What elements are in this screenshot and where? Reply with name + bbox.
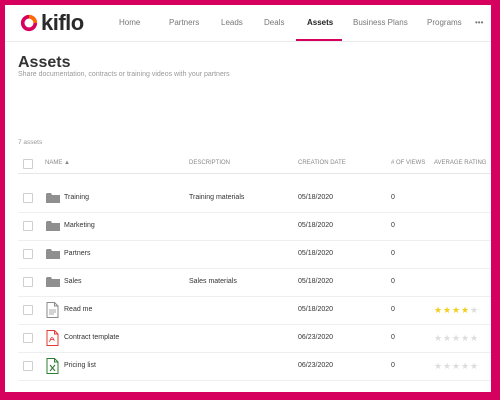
asset-description: Sales materials	[189, 278, 237, 285]
asset-name[interactable]: Sales	[64, 278, 82, 285]
star-empty-icon[interactable]: ★	[461, 333, 470, 344]
nav-deals[interactable]: Deals	[264, 5, 284, 41]
table-header: NAME ▲ DESCRIPTION CREATION DATE # OF VI…	[18, 155, 491, 174]
asset-views: 0	[391, 362, 395, 369]
logo-text: kiflo	[41, 10, 84, 35]
row-checkbox[interactable]	[23, 249, 33, 259]
folder-icon	[46, 274, 60, 290]
nav-assets[interactable]: Assets	[307, 5, 333, 41]
rating-stars[interactable]: ★★★★★	[434, 361, 479, 372]
row-checkbox[interactable]	[23, 277, 33, 287]
asset-count: 7 assets	[18, 139, 43, 146]
table-row[interactable]: Training Training materials 05/18/2020 0	[18, 184, 491, 213]
folder-icon	[46, 246, 60, 262]
table-row[interactable]: Contract template 06/23/2020 0 ★★★★★	[18, 324, 491, 353]
column-name[interactable]: NAME ▲	[45, 160, 70, 166]
asset-views: 0	[391, 334, 395, 341]
asset-creation-date: 05/18/2020	[298, 250, 334, 257]
active-nav-indicator	[296, 39, 342, 41]
table-row[interactable]: Marketing 05/18/2020 0	[18, 212, 491, 241]
asset-creation-date: 05/18/2020	[298, 222, 334, 229]
nav-partners[interactable]: Partners	[169, 5, 199, 41]
asset-creation-date: 06/23/2020	[298, 334, 334, 341]
nav-leads[interactable]: Leads	[221, 5, 243, 41]
row-checkbox[interactable]	[23, 305, 33, 315]
excel-file-icon	[46, 358, 60, 374]
star-filled-icon[interactable]: ★	[452, 305, 461, 316]
star-empty-icon[interactable]: ★	[443, 333, 452, 344]
asset-name[interactable]: Partners	[64, 250, 90, 257]
rating-stars[interactable]: ★★★★★	[434, 305, 479, 316]
folder-icon	[46, 218, 60, 234]
asset-views: 0	[391, 222, 395, 229]
folder-icon	[46, 190, 60, 206]
column-views[interactable]: # OF VIEWS	[391, 160, 425, 166]
nav-programs[interactable]: Programs	[427, 5, 462, 41]
kiflo-logo[interactable]: kiflo	[20, 10, 84, 35]
column-average-rating[interactable]: AVERAGE RATING	[434, 160, 486, 166]
star-empty-icon[interactable]: ★	[434, 333, 443, 344]
star-empty-icon[interactable]: ★	[443, 361, 452, 372]
asset-name[interactable]: Pricing list	[64, 362, 96, 369]
row-checkbox[interactable]	[23, 361, 33, 371]
asset-views: 0	[391, 194, 395, 201]
app-window: kiflo Home Partners Leads Deals Assets B…	[5, 5, 491, 392]
asset-creation-date: 05/18/2020	[298, 194, 334, 201]
top-navigation-bar: kiflo Home Partners Leads Deals Assets B…	[5, 5, 491, 42]
asset-views: 0	[391, 306, 395, 313]
table-row[interactable]: Sales Sales materials 05/18/2020 0	[18, 268, 491, 297]
star-empty-icon[interactable]: ★	[452, 333, 461, 344]
column-creation-date[interactable]: CREATION DATE	[298, 160, 346, 166]
star-empty-icon[interactable]: ★	[470, 361, 479, 372]
row-checkbox[interactable]	[23, 333, 33, 343]
star-filled-icon[interactable]: ★	[434, 305, 443, 316]
asset-name[interactable]: Read me	[64, 306, 92, 313]
asset-name[interactable]: Training	[64, 194, 89, 201]
table-row[interactable]: Read me 05/18/2020 0 ★★★★★	[18, 296, 491, 325]
more-menu-icon[interactable]: •••	[475, 5, 483, 41]
star-empty-icon[interactable]: ★	[434, 361, 443, 372]
document-icon	[46, 302, 60, 318]
asset-creation-date: 06/23/2020	[298, 362, 334, 369]
select-all-checkbox[interactable]	[23, 159, 33, 169]
star-empty-icon[interactable]: ★	[470, 305, 479, 316]
table-row[interactable]: Partners 05/18/2020 0	[18, 240, 491, 269]
star-empty-icon[interactable]: ★	[470, 333, 479, 344]
star-filled-icon[interactable]: ★	[461, 305, 470, 316]
star-empty-icon[interactable]: ★	[461, 361, 470, 372]
nav-home[interactable]: Home	[119, 5, 140, 41]
row-checkbox[interactable]	[23, 221, 33, 231]
asset-name[interactable]: Marketing	[64, 222, 95, 229]
pdf-file-icon	[46, 330, 60, 346]
asset-creation-date: 05/18/2020	[298, 278, 334, 285]
column-description[interactable]: DESCRIPTION	[189, 160, 230, 166]
asset-views: 0	[391, 250, 395, 257]
rating-stars[interactable]: ★★★★★	[434, 333, 479, 344]
star-empty-icon[interactable]: ★	[452, 361, 461, 372]
page-title: Assets	[18, 54, 71, 71]
nav-business-plans[interactable]: Business Plans	[353, 5, 408, 41]
row-checkbox[interactable]	[23, 193, 33, 203]
star-filled-icon[interactable]: ★	[443, 305, 452, 316]
page-subtitle: Share documentation, contracts or traini…	[18, 71, 230, 78]
table-row[interactable]: Pricing list 06/23/2020 0 ★★★★★	[18, 352, 491, 381]
logo-icon	[20, 14, 38, 32]
asset-views: 0	[391, 278, 395, 285]
asset-name[interactable]: Contract template	[64, 334, 119, 341]
asset-description: Training materials	[189, 194, 245, 201]
asset-creation-date: 05/18/2020	[298, 306, 334, 313]
